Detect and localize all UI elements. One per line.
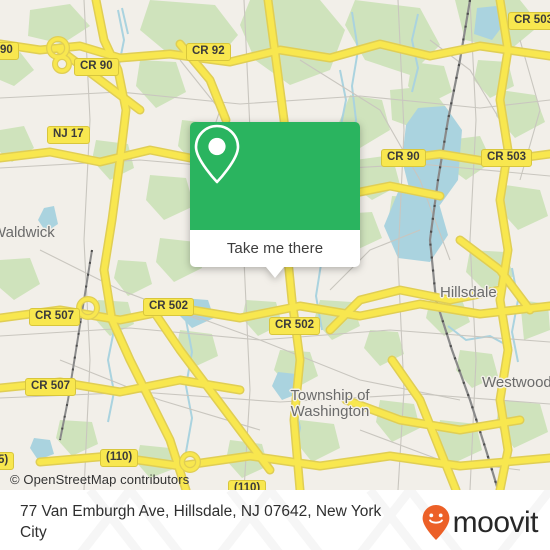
map-pin-icon xyxy=(194,124,240,184)
road-shield-cr-90-a: CR 90 xyxy=(74,58,119,76)
road-shield-110-b: (110) xyxy=(228,480,267,490)
popup-footer[interactable]: Take me there xyxy=(190,230,360,278)
moovit-pin-icon xyxy=(422,505,450,540)
road-shield-nj-17: NJ 17 xyxy=(47,126,90,144)
road-shield-cr-507-a: CR 507 xyxy=(29,308,80,326)
road-shield-cr-92: CR 92 xyxy=(186,43,231,61)
popup-header xyxy=(190,122,360,230)
address-text: 77 Van Emburgh Ave, Hillsdale, NJ 07642,… xyxy=(20,503,382,541)
road-shield-110-a: (110) xyxy=(100,449,139,467)
take-me-there-popup[interactable]: Take me there xyxy=(190,122,360,278)
road-shield-cr-502-a: CR 502 xyxy=(143,298,194,316)
map-screenshot: Waldwick Hillsdale Westwood Township of … xyxy=(0,0,550,550)
road-shield-cr-507-b: CR 507 xyxy=(25,378,76,396)
road-shield-cr-503-a: CR 503 xyxy=(508,12,550,30)
osm-attribution[interactable]: © OpenStreetMap contributors xyxy=(10,472,189,487)
road-shield-cr-90-b: CR 90 xyxy=(381,149,426,167)
road-shield-cr-503-b: CR 503 xyxy=(481,149,532,167)
take-me-there-label: Take me there xyxy=(226,240,324,257)
road-shield-cr-502-b: CR 502 xyxy=(269,317,320,335)
moovit-wordmark: moovit xyxy=(452,505,539,539)
moovit-logo[interactable]: moovit xyxy=(421,504,539,541)
popup-tail-pointer xyxy=(266,267,284,278)
road-shield-90: 90 xyxy=(0,42,19,60)
address-footer-bar: 77 Van Emburgh Ave, Hillsdale, NJ 07642,… xyxy=(0,490,550,550)
road-shield-5-partial: 5) xyxy=(0,452,15,470)
map-canvas[interactable]: Waldwick Hillsdale Westwood Township of … xyxy=(0,0,550,490)
